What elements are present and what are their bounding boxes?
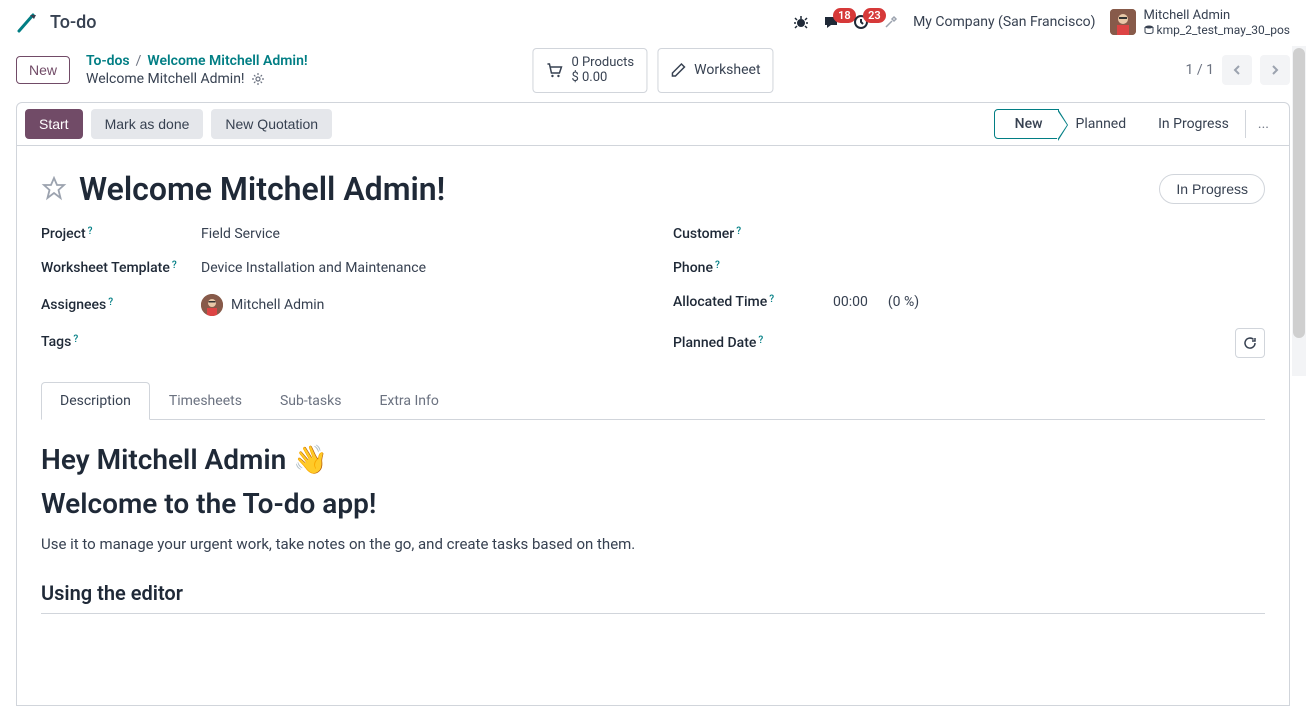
in-progress-button[interactable]: In Progress: [1159, 174, 1265, 204]
pager-next[interactable]: [1260, 55, 1290, 85]
scrollbar-thumb[interactable]: [1293, 48, 1305, 338]
assignees-label: Assignees?: [41, 297, 201, 313]
avatar: [1110, 9, 1136, 35]
star-icon[interactable]: [41, 176, 67, 202]
cart-icon: [545, 61, 563, 79]
description-heading-1: Hey Mitchell Admin 👋: [41, 440, 1265, 479]
company-selector[interactable]: My Company (San Francisco): [913, 14, 1095, 30]
action-bar: New To-dos / Welcome Mitchell Admin! Wel…: [0, 46, 1306, 102]
help-icon[interactable]: ?: [73, 334, 78, 345]
form-sheet: Welcome Mitchell Admin! In Progress Proj…: [16, 146, 1290, 706]
tags-label: Tags?: [41, 334, 201, 350]
tab-description[interactable]: Description: [41, 382, 150, 420]
breadcrumb-current[interactable]: Welcome Mitchell Admin!: [147, 52, 307, 70]
record-title[interactable]: Welcome Mitchell Admin!: [79, 170, 1147, 208]
user-database: kmp_2_test_may_30_pos: [1144, 23, 1290, 37]
record-name: Welcome Mitchell Admin!: [86, 70, 245, 88]
worksheet-button[interactable]: Worksheet: [657, 48, 773, 93]
tab-extra-info[interactable]: Extra Info: [360, 382, 457, 419]
tools-icon[interactable]: [883, 14, 899, 30]
description-content[interactable]: Hey Mitchell Admin 👋 Welcome to the To-d…: [41, 440, 1265, 613]
activities-icon[interactable]: 23: [853, 14, 869, 30]
stage-more[interactable]: ...: [1245, 110, 1281, 138]
help-icon[interactable]: ?: [758, 335, 763, 346]
pager-text[interactable]: 1 / 1: [1186, 62, 1214, 78]
help-icon[interactable]: ?: [108, 297, 113, 308]
messages-icon[interactable]: 18: [823, 14, 839, 30]
new-button[interactable]: New: [16, 56, 70, 84]
products-button[interactable]: 0 Products $ 0.00: [532, 48, 647, 93]
worksheet-template-label: Worksheet Template?: [41, 260, 201, 276]
mark-done-button[interactable]: Mark as done: [91, 109, 204, 139]
pencil-icon: [670, 62, 686, 78]
help-icon[interactable]: ?: [88, 226, 93, 237]
gear-icon[interactable]: [251, 72, 265, 86]
start-button[interactable]: Start: [25, 109, 83, 139]
assignee-avatar: [201, 294, 223, 316]
breadcrumb-root[interactable]: To-dos: [86, 52, 130, 70]
allocated-time-label: Allocated Time?: [673, 294, 833, 310]
help-icon[interactable]: ?: [715, 260, 720, 271]
user-menu[interactable]: Mitchell Admin kmp_2_test_may_30_pos: [1110, 8, 1290, 38]
chevron-left-icon: [1231, 64, 1243, 76]
scrollbar[interactable]: [1292, 46, 1306, 376]
refresh-button[interactable]: [1235, 328, 1265, 358]
planned-date-label: Planned Date?: [673, 335, 833, 351]
help-icon[interactable]: ?: [769, 294, 774, 305]
pager-prev[interactable]: [1222, 55, 1252, 85]
breadcrumb-separator: /: [136, 52, 142, 70]
project-label: Project?: [41, 226, 201, 242]
tabs: Description Timesheets Sub-tasks Extra I…: [41, 382, 1265, 420]
stage-planned[interactable]: Planned: [1059, 110, 1142, 138]
breadcrumb: To-dos / Welcome Mitchell Admin!: [86, 52, 308, 70]
help-icon[interactable]: ?: [172, 260, 177, 271]
app-title[interactable]: To-do: [50, 12, 96, 33]
refresh-icon: [1243, 336, 1257, 350]
allocated-time-value[interactable]: 00:00 (0 %): [833, 294, 1265, 310]
customer-label: Customer?: [673, 226, 833, 242]
description-subheading: Using the editor: [41, 581, 1265, 605]
chevron-right-icon: [1269, 64, 1281, 76]
top-navbar: To-do 18 23 My Company (San Francisco) M…: [0, 0, 1306, 46]
description-heading-2: Welcome to the To-do app!: [41, 484, 1265, 523]
app-logo[interactable]: [16, 11, 40, 35]
assignees-value[interactable]: Mitchell Admin: [201, 294, 633, 316]
stage-selector: New Planned In Progress ...: [995, 109, 1281, 139]
phone-label: Phone?: [673, 260, 833, 276]
tab-timesheets[interactable]: Timesheets: [150, 382, 261, 419]
new-quotation-button[interactable]: New Quotation: [211, 109, 332, 139]
help-icon[interactable]: ?: [736, 226, 741, 237]
description-divider: [41, 613, 1265, 614]
project-value[interactable]: Field Service: [201, 226, 633, 242]
stage-in-progress[interactable]: In Progress: [1142, 110, 1245, 138]
bug-icon[interactable]: [793, 14, 809, 30]
status-bar: Start Mark as done New Quotation New Pla…: [16, 102, 1290, 146]
database-icon: [1144, 25, 1154, 35]
worksheet-template-value[interactable]: Device Installation and Maintenance: [201, 260, 633, 276]
tab-subtasks[interactable]: Sub-tasks: [261, 382, 361, 419]
stage-new[interactable]: New: [994, 109, 1060, 139]
user-name: Mitchell Admin: [1144, 8, 1290, 24]
description-paragraph: Use it to manage your urgent work, take …: [41, 535, 1265, 553]
